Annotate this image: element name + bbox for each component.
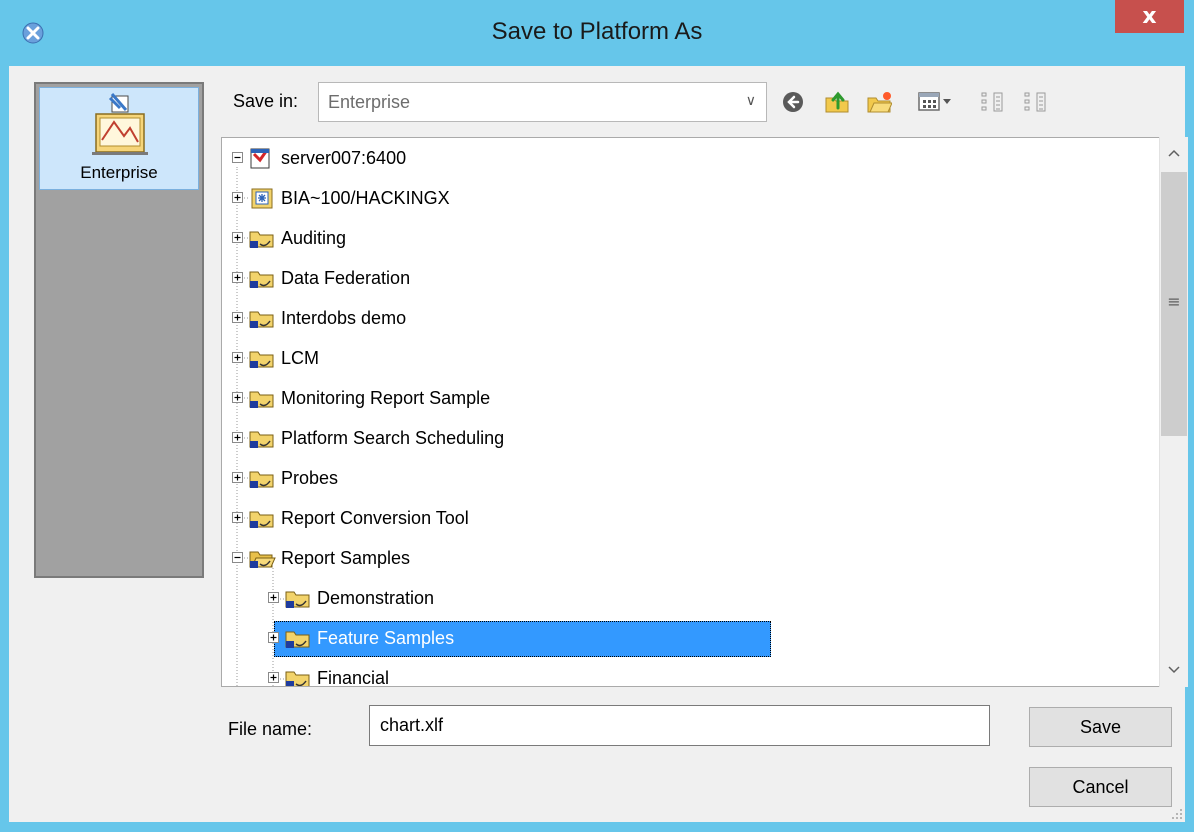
view-menu-icon[interactable]	[918, 90, 958, 114]
collapse-icon[interactable]	[232, 152, 243, 163]
close-icon: x	[1142, 4, 1157, 29]
expand-icon[interactable]	[232, 192, 243, 203]
tree-node-label: Monitoring Report Sample	[281, 388, 491, 408]
scroll-down-icon[interactable]	[1160, 653, 1188, 686]
tree-node-label: Report Samples	[281, 548, 411, 568]
scroll-grip-icon: ≡	[1167, 292, 1181, 311]
folder-icon	[249, 391, 274, 408]
folder-icon	[285, 671, 310, 686]
details-view-icon[interactable]	[1023, 90, 1049, 114]
save-in-dropdown[interactable]: Enterprise ∨	[318, 82, 767, 122]
tree-node-label: Demonstration	[317, 588, 435, 608]
scroll-thumb[interactable]: ≡	[1161, 172, 1187, 436]
save-dialog: Save to Platform As x Enterprise Save in…	[0, 0, 1194, 832]
close-button[interactable]: x	[1115, 0, 1184, 33]
tree-node-label: Interdobs demo	[281, 308, 407, 328]
new-folder-icon[interactable]	[866, 90, 892, 114]
expand-icon[interactable]	[232, 392, 243, 403]
folder-icon	[249, 351, 274, 368]
window-frame-left	[0, 66, 9, 832]
folder-icon	[285, 631, 310, 648]
collapse-icon[interactable]	[232, 552, 243, 563]
folder-icon	[249, 231, 274, 248]
expand-icon[interactable]	[268, 632, 279, 643]
tree-node-label: LCM	[281, 348, 320, 368]
place-enterprise[interactable]: Enterprise	[39, 87, 199, 190]
server-icon	[250, 148, 270, 169]
tree-node-label: Report Conversion Tool	[281, 508, 469, 528]
scroll-up-icon[interactable]	[1160, 137, 1188, 170]
tree-node-label: Financial	[317, 668, 390, 687]
title-bar[interactable]: Save to Platform As x	[0, 0, 1194, 66]
places-bar: Enterprise	[34, 82, 204, 578]
expand-icon[interactable]	[232, 472, 243, 483]
save-button[interactable]: Save	[1029, 707, 1172, 747]
open-folder-icon	[249, 551, 276, 568]
expand-icon[interactable]	[232, 232, 243, 243]
up-folder-icon[interactable]	[824, 90, 850, 114]
expand-icon[interactable]	[232, 512, 243, 523]
enterprise-icon	[92, 93, 148, 155]
tree-node-label: Probes	[281, 468, 339, 488]
file-name-input[interactable]	[369, 705, 990, 746]
folder-icon	[249, 511, 274, 528]
expand-icon[interactable]	[268, 592, 279, 603]
tree-node-label: BIA~100/HACKINGX	[281, 188, 450, 208]
tree-node-label: server007:6400	[281, 148, 407, 168]
save-in-label: Save in:	[233, 91, 299, 111]
resize-grip-icon[interactable]	[1170, 807, 1184, 821]
tree-node-label: Feature Samples	[317, 628, 455, 648]
vertical-scrollbar[interactable]: ≡	[1159, 137, 1188, 687]
dialog-title: Save to Platform As	[491, 18, 703, 45]
folder-tree[interactable]: server007:6400 BIA~100/HACKINGX Auditing Da…	[221, 137, 1188, 687]
inbox-icon	[251, 188, 273, 209]
tree-node-label: Data Federation	[281, 268, 411, 288]
cancel-button[interactable]: Cancel	[1029, 767, 1172, 807]
tree-node-label: Auditing	[281, 228, 347, 248]
expand-icon[interactable]	[232, 352, 243, 363]
chevron-down-icon: ∨	[745, 93, 756, 109]
expand-icon[interactable]	[232, 432, 243, 443]
file-name-label: File name:	[228, 719, 313, 739]
place-label: Enterprise	[80, 163, 158, 182]
save-in-value: Enterprise	[328, 92, 411, 112]
folder-icon	[249, 311, 274, 328]
folder-icon	[249, 431, 274, 448]
expand-icon[interactable]	[232, 312, 243, 323]
folder-icon	[249, 271, 274, 288]
folder-icon	[285, 591, 310, 608]
window-frame-bottom	[0, 822, 1194, 832]
back-icon[interactable]	[781, 90, 805, 114]
expand-icon[interactable]	[268, 672, 279, 683]
tree-node-label: Platform Search Scheduling	[281, 428, 505, 448]
list-view-icon[interactable]	[980, 90, 1006, 114]
expand-icon[interactable]	[232, 272, 243, 283]
folder-icon	[249, 471, 274, 488]
